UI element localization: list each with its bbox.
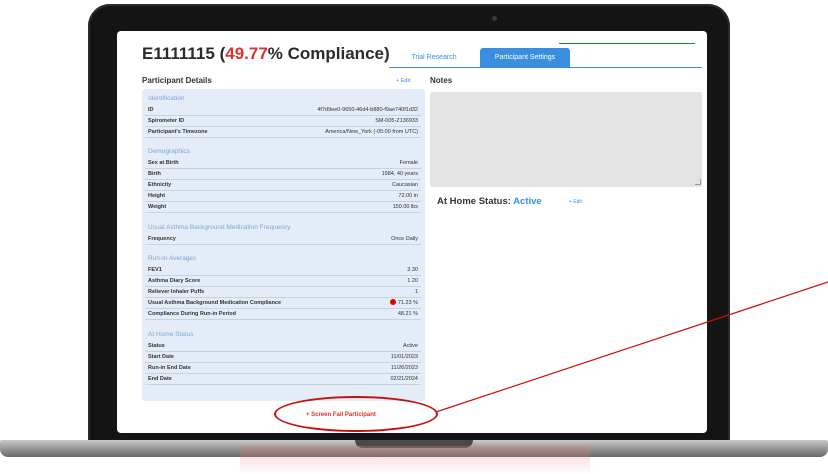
annotation-pointer-line	[435, 281, 828, 413]
